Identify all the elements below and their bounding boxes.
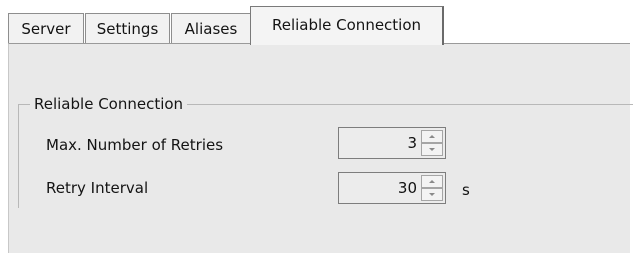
tab-reliable-connection[interactable]: Reliable Connection: [250, 6, 444, 45]
tab-server[interactable]: Server: [8, 13, 84, 44]
tab-settings[interactable]: Settings: [85, 13, 170, 44]
spin-up-arrow-icon: [429, 135, 435, 138]
max-retries-label: Max. Number of Retries: [46, 136, 224, 154]
retry-interval-spin-buttons: [421, 175, 443, 201]
max-retries-spin-buttons: [421, 130, 443, 156]
retry-interval-unit: s: [462, 181, 470, 199]
max-retries-increment-button[interactable]: [421, 130, 443, 143]
retry-interval-increment-button[interactable]: [421, 175, 443, 188]
retry-interval-input[interactable]: [347, 173, 417, 203]
max-retries-spinbox[interactable]: [338, 127, 446, 159]
tab-strip: Server Settings Aliases Reliable Connect…: [8, 0, 636, 45]
retry-interval-label: Retry Interval: [46, 179, 149, 197]
groupbox-title: Reliable Connection: [30, 94, 188, 114]
spin-up-arrow-icon: [429, 180, 435, 183]
max-retries-input[interactable]: [347, 128, 417, 158]
dialog-frame: Server Settings Aliases Reliable Connect…: [0, 0, 636, 263]
dialog-bottom-edge: [0, 253, 636, 263]
spin-down-arrow-icon: [429, 148, 435, 151]
retry-interval-spinbox[interactable]: [338, 172, 446, 204]
spin-down-arrow-icon: [429, 193, 435, 196]
max-retries-decrement-button[interactable]: [421, 143, 443, 156]
retry-interval-decrement-button[interactable]: [421, 188, 443, 201]
tab-aliases[interactable]: Aliases: [171, 13, 251, 44]
